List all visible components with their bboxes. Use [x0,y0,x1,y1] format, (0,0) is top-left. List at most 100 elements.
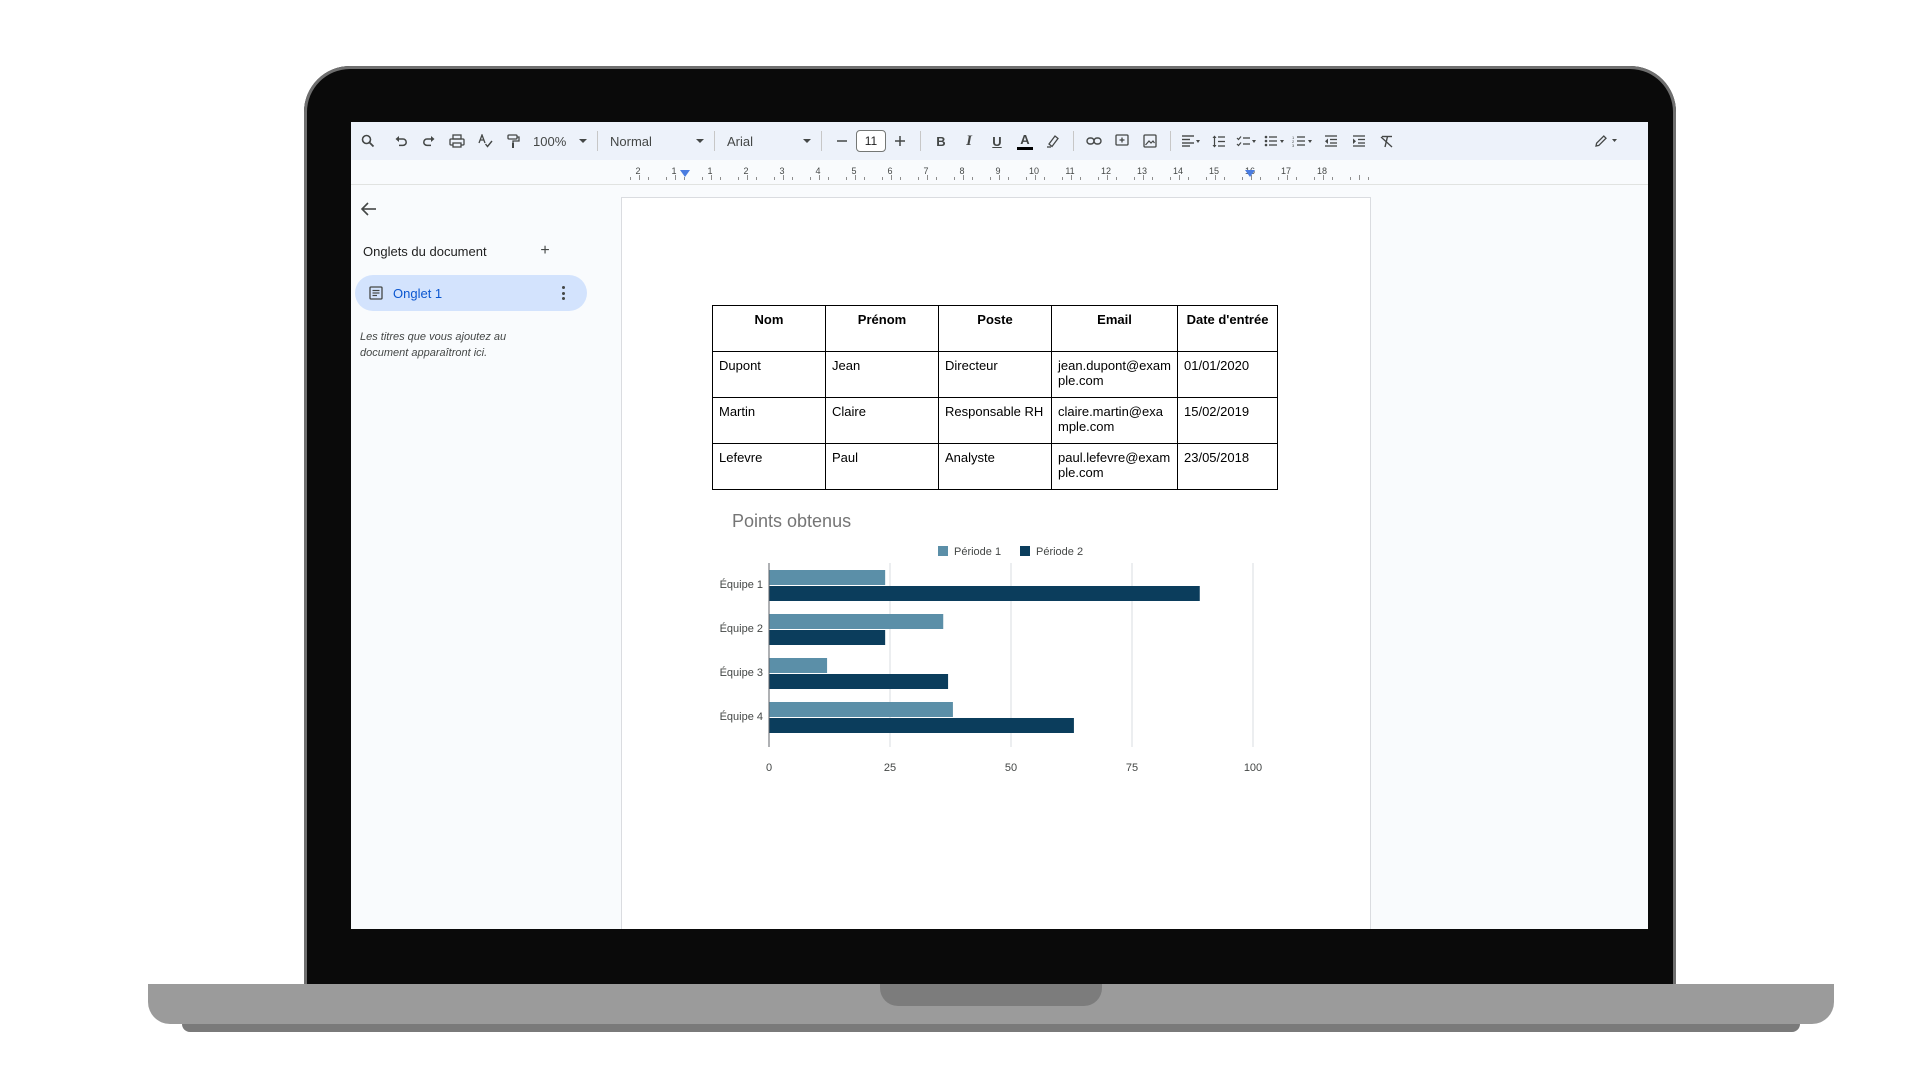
bar [769,674,949,689]
x-tick-label: 25 [884,762,896,774]
left-indent-marker[interactable] [680,170,690,177]
ruler-tick [630,177,631,180]
toolbar-divider [597,131,598,151]
increase-font-size-button[interactable] [889,127,911,155]
table-cell[interactable]: Responsable RH [938,397,1052,444]
undo-icon[interactable] [390,127,412,155]
table-cell[interactable]: Analyste [938,443,1052,490]
redo-icon[interactable] [418,127,440,155]
decrease-font-size-button[interactable] [831,127,853,155]
italic-button[interactable]: I [958,127,980,155]
ruler-tick [810,177,811,180]
points-chart[interactable]: Points obtenus Période 1 Période 2 0 25 50 75… [712,503,1272,863]
table-cell[interactable]: Directeur [938,351,1052,398]
bulleted-list-icon[interactable] [1264,127,1286,155]
ruler-tick [720,177,721,180]
x-tick-label: 75 [1126,762,1138,774]
clear-formatting-icon[interactable] [1376,127,1398,155]
ruler-tick [747,175,748,180]
increase-indent-icon[interactable] [1348,127,1370,155]
ruler-tick [828,177,829,180]
checklist-icon[interactable] [1236,127,1258,155]
bold-button[interactable]: B [930,127,952,155]
legend-swatch [1020,546,1030,556]
bar [769,702,953,717]
bar [769,630,886,645]
ruler-tick [1179,175,1180,180]
bar [769,586,1200,601]
table-cell[interactable]: Paul [825,443,939,490]
ruler-tick [999,175,1000,180]
ruler-tick [855,175,856,180]
table-cell[interactable]: paul.lefevre@example.com [1051,443,1178,490]
ruler-number: 18 [1316,166,1328,176]
line-spacing-icon[interactable] [1208,127,1230,155]
print-icon[interactable] [446,127,468,155]
align-left-icon[interactable] [1180,127,1202,155]
font-select[interactable]: Arial [721,128,815,154]
table-header-cell[interactable]: Email [1051,305,1178,352]
employee-table[interactable]: Nom Prénom Poste Email Date d'entrée Dup… [712,305,1278,490]
table-cell[interactable]: claire.martin@example.com [1051,397,1178,444]
ruler-tick [1116,177,1117,180]
style-select[interactable]: Normal [604,128,708,154]
ruler-tick [792,177,793,180]
paint-format-icon[interactable] [502,127,524,155]
ruler[interactable]: 2 1 1 2 3 4 5 6 7 8 9 10 11 12 13 14 15 16 17 18 [351,160,1648,185]
ruler-tick [936,177,937,180]
add-comment-icon[interactable] [1111,127,1133,155]
table-cell[interactable]: Martin [712,397,826,444]
spellcheck-icon[interactable] [474,127,496,155]
toolbar-divider [920,131,921,151]
table-header-cell[interactable]: Date d'entrée [1177,305,1278,352]
underline-button[interactable]: U [986,127,1008,155]
bar [769,614,944,629]
link-icon[interactable] [1083,127,1105,155]
ruler-tick [1143,175,1144,180]
ruler-tick [1314,177,1315,180]
ruler-tick [819,175,820,180]
tab-onglet-1[interactable]: Onglet 1 [355,275,587,311]
ruler-tick [1332,177,1333,180]
table-cell[interactable]: Jean [825,351,939,398]
table-cell[interactable]: jean.dupont@example.com [1051,351,1178,398]
font-value: Arial [727,133,754,149]
ruler-tick [783,175,784,180]
text-color-label: A [1020,131,1030,147]
right-indent-marker[interactable] [1245,170,1255,177]
decrease-indent-icon[interactable] [1320,127,1342,155]
zoom-select[interactable]: 100% [527,128,591,154]
category-label: Équipe 2 [720,622,763,635]
ruler-tick [1287,175,1288,180]
table-cell[interactable]: 23/05/2018 [1177,443,1278,490]
text-color-button[interactable]: A [1014,127,1036,155]
table-cell[interactable]: 01/01/2020 [1177,351,1278,398]
table-cell[interactable]: Claire [825,397,939,444]
ruler-number: 12 [1100,166,1112,176]
table-header-row: Nom Prénom Poste Email Date d'entrée [712,305,1278,352]
more-vert-icon[interactable] [555,285,571,301]
numbered-list-icon[interactable]: 123 [1292,127,1314,155]
table-cell[interactable]: Lefevre [712,443,826,490]
back-arrow-icon[interactable] [359,199,379,219]
ruler-tick [846,177,847,180]
x-tick-label: 0 [766,762,772,774]
table-header-cell[interactable]: Poste [938,305,1052,352]
editing-mode-button[interactable] [1594,127,1620,155]
table-header-cell[interactable]: Prénom [825,305,939,352]
document-page[interactable]: Nom Prénom Poste Email Date d'entrée Dup… [621,197,1371,929]
table-cell[interactable]: 15/02/2019 [1177,397,1278,444]
search-icon[interactable] [357,127,379,155]
table-header-cell[interactable]: Nom [712,305,826,352]
font-size-input[interactable]: 11 [856,130,886,152]
x-tick-label: 50 [1005,762,1017,774]
add-tab-icon[interactable]: + [537,243,553,259]
toolbar-divider [1073,131,1074,151]
table-cell[interactable]: Dupont [712,351,826,398]
bar [769,570,886,585]
ruler-tick [639,175,640,180]
ruler-tick [1188,177,1189,180]
highlight-icon[interactable] [1042,127,1064,155]
laptop-notch [880,984,1102,1006]
insert-image-icon[interactable] [1139,127,1161,155]
